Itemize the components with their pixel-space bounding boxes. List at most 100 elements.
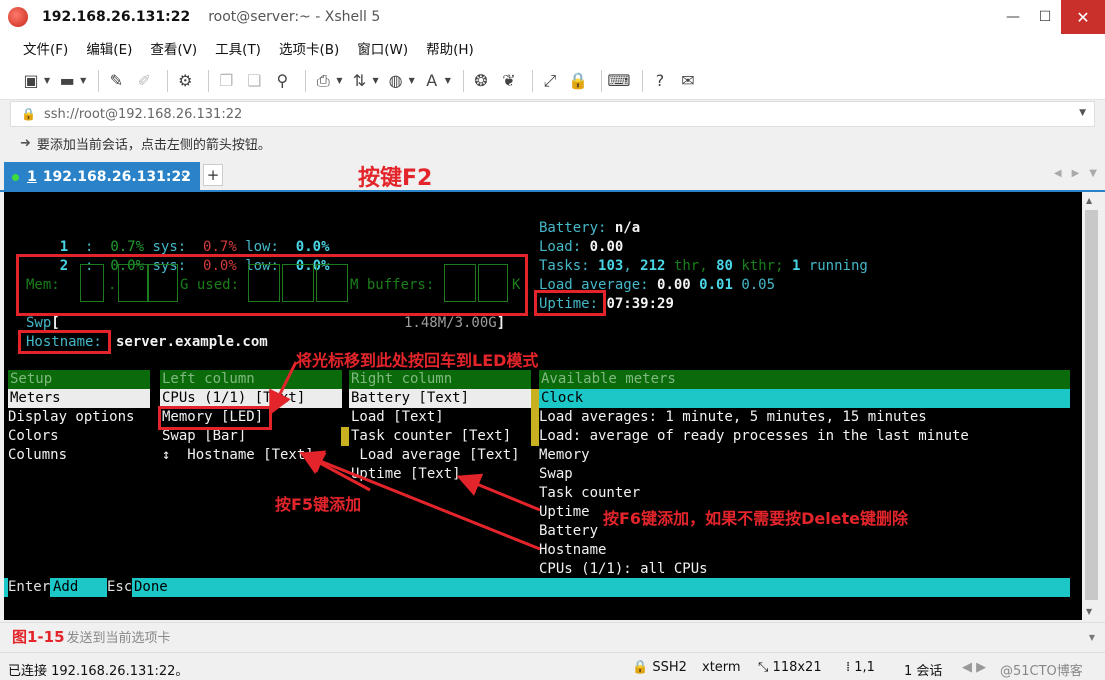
properties-icon[interactable]: ⚙ — [174, 70, 196, 92]
available-item-task-counter[interactable]: Task counter — [539, 484, 640, 503]
scroll-marker — [531, 389, 539, 408]
font-caret-icon[interactable]: ▼ — [445, 76, 451, 85]
menu-file[interactable]: 文件(F) — [14, 38, 77, 58]
transfer-caret-icon[interactable]: ▼ — [372, 76, 378, 85]
scroll-thumb[interactable] — [1085, 210, 1098, 600]
setup-item-meters[interactable]: Meters — [8, 389, 150, 408]
terminal-scrollbar[interactable]: ▲ ▼ — [1082, 192, 1101, 620]
minimize-button[interactable]: — — [997, 0, 1029, 34]
tab-session[interactable]: 1 192.168.26.131:22 × — [4, 162, 200, 192]
available-item-memory[interactable]: Memory — [539, 446, 590, 465]
print-icon[interactable]: ⎙ — [312, 70, 334, 92]
toolbar-divider — [531, 69, 533, 92]
toolbar-divider — [167, 69, 169, 92]
print-caret-icon[interactable]: ▼ — [336, 76, 342, 85]
scroll-up-icon[interactable]: ▲ — [1086, 196, 1092, 205]
find-icon[interactable]: ⚲ — [271, 70, 293, 92]
lock-icon[interactable]: 🔒 — [567, 70, 589, 92]
protocol-status: 🔒 SSH2 — [632, 660, 687, 675]
setup-item-display-options[interactable]: Display options — [8, 408, 134, 427]
add-action[interactable]: Add — [53, 578, 107, 597]
menu-view[interactable]: 查看(V) — [141, 38, 206, 58]
compose-bar[interactable]: 图1-15 发送到当前选项卡 ▼ — [0, 622, 1105, 650]
lock-icon: 🔒 — [21, 107, 36, 121]
done-action[interactable]: Done — [134, 578, 168, 597]
reconnect-icon[interactable]: ✎ — [105, 70, 127, 92]
cursor-icon: ⁞ — [846, 660, 851, 675]
scroll-marker — [531, 408, 539, 427]
scroll-marker — [531, 427, 539, 446]
menu-tabs[interactable]: 选项卡(B) — [270, 38, 348, 58]
cursor-position: ⁞ 1,1 — [846, 660, 875, 675]
tab-menu-icon[interactable]: ▼ — [1089, 168, 1097, 179]
session-count: 1 会话 — [904, 664, 943, 679]
right-item-task-counter[interactable]: Task counter [Text] — [351, 427, 511, 446]
setup-item-columns[interactable]: Columns — [8, 446, 67, 465]
globe-icon[interactable]: ◍ — [385, 70, 407, 92]
menu-edit[interactable]: 编辑(E) — [77, 38, 141, 58]
toolbar-divider — [641, 69, 643, 92]
scroll-down-icon[interactable]: ▼ — [1086, 607, 1092, 616]
xftp-icon[interactable]: ❂ — [470, 70, 492, 92]
open-folder-icon[interactable]: ▬ — [56, 70, 78, 92]
tab-next-icon[interactable]: ▶ — [1072, 168, 1080, 179]
paste-icon[interactable]: ❏ — [243, 70, 265, 92]
add-tab-button[interactable]: + — [203, 164, 223, 186]
annotation-led-mode: 将光标移到此处按回车到LED模式 — [296, 351, 539, 370]
tab-label: 192.168.26.131:22 — [42, 169, 191, 185]
menu-help[interactable]: 帮助(H) — [417, 38, 483, 58]
maximize-button[interactable]: ☐ — [1029, 0, 1061, 34]
right-item-battery[interactable]: Battery [Text] — [349, 389, 531, 408]
new-session-icon[interactable]: ▣ — [20, 70, 42, 92]
figure-caption: 图1-15 — [12, 628, 65, 646]
tab-number: 1 — [27, 169, 37, 185]
compose-input[interactable]: 发送到当前选项卡 — [67, 627, 171, 646]
close-button[interactable]: ✕ — [1061, 0, 1105, 34]
address-dropdown-icon[interactable]: ▼ — [1079, 108, 1086, 118]
fullscreen-icon[interactable]: ⤢ — [539, 70, 561, 92]
available-item-load-averages[interactable]: Load averages: 1 minute, 5 minutes, 15 m… — [539, 408, 927, 427]
window-title: root@server:~ - Xshell 5 — [208, 9, 381, 25]
tab-close-icon[interactable]: × — [180, 170, 190, 184]
keyboard-icon[interactable]: ⌨ — [607, 70, 630, 92]
address-bar[interactable]: 🔒 ssh://root@192.168.26.131:22 ▼ — [10, 101, 1095, 127]
connection-status: 已连接 192.168.26.131:22。 — [8, 664, 189, 679]
right-item-load-average[interactable]: Load average [Text] — [351, 446, 519, 465]
available-item-uptime[interactable]: Uptime — [539, 503, 590, 522]
session-hint-bar: ➜ 要添加当前会话，点击左侧的箭头按钮。 — [0, 130, 1105, 156]
available-item-cpus[interactable]: CPUs (1/1): all CPUs — [539, 560, 708, 579]
tab-prev-icon[interactable]: ◀ — [1054, 168, 1062, 179]
available-item-load[interactable]: Load: average of ready processes in the … — [539, 427, 969, 446]
enter-key: Enter — [8, 578, 51, 597]
right-item-uptime[interactable]: Uptime [Text] — [351, 465, 461, 484]
font-icon[interactable]: A — [421, 70, 443, 92]
tab-bar: 1 192.168.26.131:22 × + ◀ ▶ ▼ — [0, 158, 1105, 192]
menu-tools[interactable]: 工具(T) — [206, 38, 270, 58]
watermark: @51CTO博客 — [1000, 664, 1083, 679]
copy-icon[interactable]: ❐ — [215, 70, 237, 92]
available-item-battery[interactable]: Battery — [539, 522, 598, 541]
left-item-hostname[interactable]: ↕ Hostname [Text] — [162, 446, 314, 465]
annotation-f2: 按键F2 — [358, 166, 433, 191]
available-item-hostname[interactable]: Hostname — [539, 541, 606, 560]
chat-icon[interactable]: ✉ — [677, 70, 699, 92]
toolbar-divider — [305, 69, 307, 92]
available-item-clock[interactable]: Clock — [539, 389, 1070, 408]
open-folder-caret-icon[interactable]: ▼ — [80, 76, 86, 85]
transfer-icon[interactable]: ⇅ — [348, 70, 370, 92]
new-session-caret-icon[interactable]: ▼ — [44, 76, 50, 85]
address-input[interactable]: ssh://root@192.168.26.131:22 — [44, 107, 242, 122]
toolbar-divider — [98, 69, 100, 92]
disconnect-icon[interactable]: ✐ — [133, 70, 155, 92]
setup-item-colors[interactable]: Colors — [8, 427, 59, 446]
arrow-icon[interactable]: ➜ — [20, 136, 31, 151]
session-nav[interactable]: ◀ ▶ — [962, 660, 986, 675]
right-item-load[interactable]: Load [Text] — [351, 408, 444, 427]
globe-caret-icon[interactable]: ▼ — [409, 76, 415, 85]
menu-window[interactable]: 窗口(W) — [348, 38, 417, 58]
available-item-swap[interactable]: Swap — [539, 465, 573, 484]
compose-dropdown-icon[interactable]: ▼ — [1089, 633, 1095, 642]
help-icon[interactable]: ? — [649, 70, 671, 92]
script-icon[interactable]: ❦ — [498, 70, 520, 92]
session-hint-text: 要添加当前会话，点击左侧的箭头按钮。 — [36, 137, 271, 153]
